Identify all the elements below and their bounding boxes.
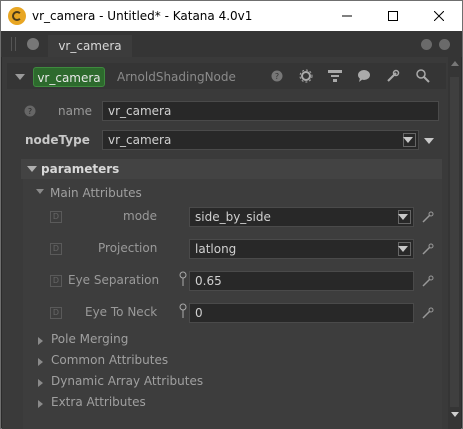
float-pane-icon[interactable] <box>421 39 432 50</box>
projection-value: latlong <box>195 242 237 256</box>
default-toggle-eye-to-neck[interactable]: D <box>50 307 62 319</box>
katana-window: vr_camera - Untitled* - Katana 4.0v1 vr_… <box>0 0 463 429</box>
minimize-icon <box>342 15 352 17</box>
collapse-main-attributes-icon[interactable] <box>36 189 44 194</box>
main-attributes-label[interactable]: Main Attributes <box>50 186 142 200</box>
tab-bar: vr_camera <box>1 31 462 57</box>
maximize-icon <box>388 11 398 21</box>
expand-extra-attributes-icon[interactable] <box>38 400 43 408</box>
chevron-down-icon <box>398 214 408 220</box>
nodetype-label: nodeType <box>25 133 90 147</box>
katana-app-icon <box>8 7 26 25</box>
mode-value: side_by_side <box>195 210 271 224</box>
parameters-title: parameters <box>41 162 120 176</box>
chevron-down-icon <box>398 246 408 252</box>
eye-separation-field[interactable]: 0.65 <box>189 271 414 291</box>
default-toggle-eye-separation[interactable]: D <box>50 275 62 287</box>
nodetype-dropdown[interactable]: vr_camera <box>102 130 419 150</box>
node-header: vr_camera ArnoldShadingNode ? <box>7 63 446 89</box>
svg-text:?: ? <box>275 72 279 81</box>
window-title: vr_camera - Untitled* - Katana 4.0v1 <box>32 9 253 23</box>
name-row: ? name vr_camera <box>24 101 444 121</box>
eye-separation-label: Eye Separation <box>68 273 160 287</box>
extra-attributes-group[interactable]: Extra Attributes <box>51 395 146 409</box>
nodetype-menu-icon[interactable] <box>424 138 434 144</box>
gear-icon[interactable] <box>298 68 314 84</box>
collapse-node-icon[interactable] <box>15 74 25 80</box>
wrench-icon[interactable] <box>422 307 434 319</box>
drag-grip-icon[interactable] <box>11 37 16 51</box>
projection-label: Projection <box>98 241 158 255</box>
wrench-icon[interactable] <box>422 243 434 255</box>
default-toggle-mode[interactable]: D <box>50 211 62 223</box>
expand-common-attributes-icon[interactable] <box>38 358 43 366</box>
close-pane-icon[interactable] <box>439 39 450 50</box>
collapse-parameters-icon <box>27 166 37 172</box>
scroll-down-icon[interactable] <box>451 412 459 417</box>
layout-icon[interactable] <box>327 68 343 84</box>
node-name-pill[interactable]: vr_camera <box>33 67 105 87</box>
eye-to-neck-label: Eye To Neck <box>85 305 158 319</box>
help-icon[interactable]: ? <box>269 68 285 84</box>
node-type-label: ArnoldShadingNode <box>117 70 236 84</box>
minimize-button[interactable] <box>324 1 370 31</box>
slider-scrub-icon[interactable] <box>179 271 187 287</box>
wrench-icon[interactable] <box>422 211 434 223</box>
slider-scrub-icon[interactable] <box>179 303 187 319</box>
name-label: name <box>58 104 93 118</box>
svg-text:?: ? <box>28 107 32 116</box>
common-attributes-group[interactable]: Common Attributes <box>51 353 168 367</box>
close-button[interactable] <box>416 1 462 31</box>
mode-dropdown[interactable]: side_by_side <box>189 207 414 227</box>
vertical-scrollbar[interactable] <box>448 57 461 429</box>
maximize-button[interactable] <box>370 1 416 31</box>
info-icon: ? <box>24 105 36 117</box>
close-icon <box>434 11 444 21</box>
tab-menu-icon[interactable] <box>27 38 39 50</box>
mode-label: mode <box>123 209 158 223</box>
scroll-up-icon[interactable] <box>451 61 459 66</box>
pole-merging-group[interactable]: Pole Merging <box>51 332 128 346</box>
scrollbar-thumb[interactable] <box>450 77 459 407</box>
eye-to-neck-field[interactable]: 0 <box>189 303 414 323</box>
parameters-header[interactable]: parameters <box>21 159 442 179</box>
tab-vr-camera[interactable]: vr_camera <box>48 35 132 57</box>
projection-dropdown[interactable]: latlong <box>189 239 414 259</box>
expand-pole-merging-icon[interactable] <box>38 337 43 345</box>
wrench-icon[interactable] <box>385 68 401 84</box>
parameters-body: Main Attributes D mode side_by_side D Pr… <box>23 179 442 429</box>
comment-icon[interactable] <box>356 68 372 84</box>
parameters-panel: vr_camera ArnoldShadingNode ? ? name vr_… <box>2 57 461 429</box>
expand-dynamic-array-icon[interactable] <box>38 379 43 387</box>
title-bar: vr_camera - Untitled* - Katana 4.0v1 <box>1 1 462 31</box>
chevron-down-icon <box>403 137 413 143</box>
dynamic-array-attributes-group[interactable]: Dynamic Array Attributes <box>51 374 203 388</box>
wrench-icon[interactable] <box>422 275 434 287</box>
search-icon[interactable] <box>415 68 431 84</box>
name-field[interactable]: vr_camera <box>102 101 439 121</box>
default-toggle-projection[interactable]: D <box>50 243 62 255</box>
nodetype-value: vr_camera <box>108 133 172 147</box>
nodetype-row: nodeType vr_camera <box>24 130 444 150</box>
